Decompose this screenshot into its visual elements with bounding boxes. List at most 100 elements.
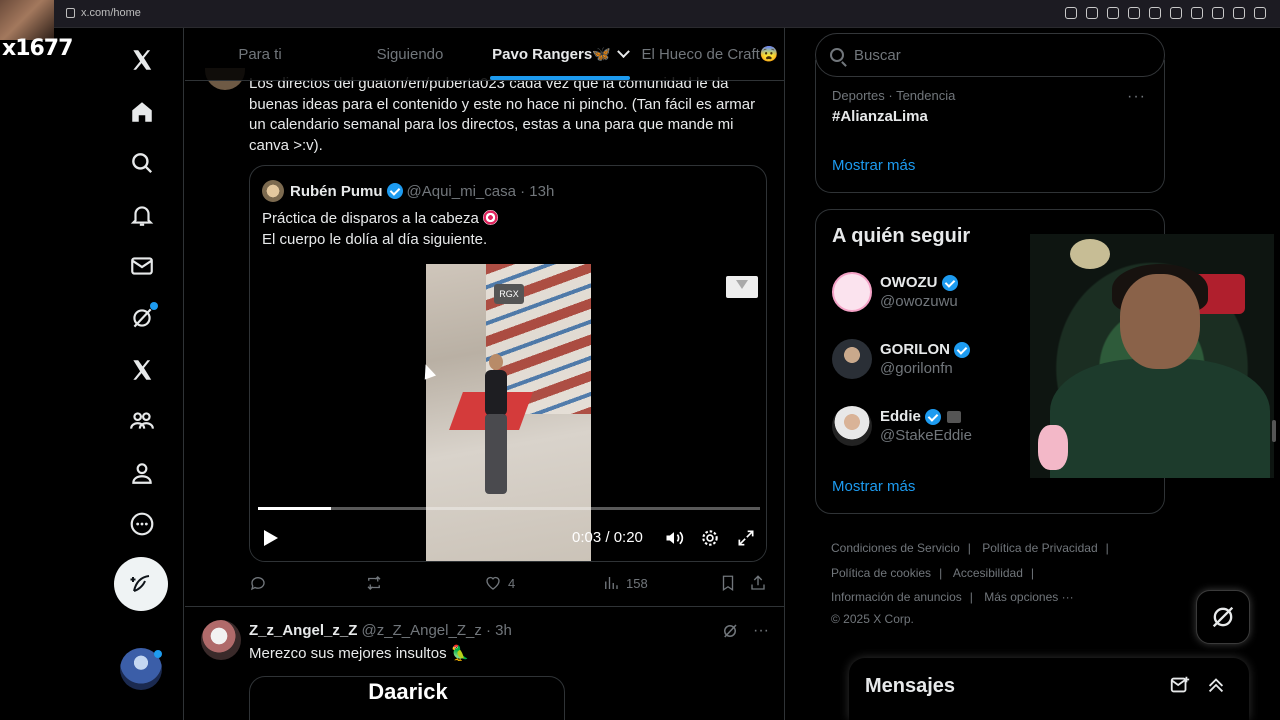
quote-author-name[interactable]: Rubén Pumu — [290, 183, 383, 200]
play-icon[interactable] — [1149, 7, 1161, 19]
download-badge-icon[interactable] — [726, 276, 758, 298]
tweet-author-name[interactable]: Z_z_Angel_z_Z — [249, 622, 357, 639]
avatar[interactable] — [832, 272, 872, 312]
bell-icon[interactable] — [122, 195, 162, 235]
show-more-link[interactable]: Mostrar más — [832, 157, 915, 174]
tweet-text: Los directos del guaton/en/puberta023 ca… — [249, 75, 756, 154]
avatar[interactable] — [832, 339, 872, 379]
settings-gear-icon[interactable] — [700, 528, 720, 548]
profile-icon[interactable] — [122, 453, 162, 493]
verified-badge-icon — [941, 274, 958, 291]
trend-name[interactable]: #AlianzaLima — [832, 108, 928, 125]
tweet-media[interactable]: Daarick — [249, 676, 565, 720]
tab-el-hueco-de-craft[interactable]: El Hueco de Craft😨 — [635, 28, 784, 80]
shield-icon[interactable] — [1128, 7, 1140, 19]
address-bar[interactable]: x.com/home — [66, 7, 141, 19]
chevron-down-icon[interactable] — [616, 44, 630, 58]
tweet-actions: 4 158 — [249, 574, 773, 594]
zoom-icon[interactable] — [1065, 7, 1077, 19]
like-button[interactable]: 4 — [484, 574, 515, 592]
fullscreen-icon[interactable] — [736, 528, 756, 548]
bookmark-button[interactable] — [719, 574, 737, 592]
scrollbar[interactable] — [1272, 420, 1276, 442]
share-icon[interactable] — [1212, 7, 1224, 19]
video-watermark: RGX — [494, 284, 524, 304]
grok-icon[interactable] — [122, 298, 162, 338]
retweet-icon — [367, 576, 381, 590]
footer-links: Condiciones de Servicio | Política de Pri… — [831, 536, 1161, 628]
compose-post-button[interactable] — [114, 557, 168, 611]
retweet-button[interactable] — [365, 574, 389, 592]
left-navigation — [100, 28, 184, 720]
x-logo-icon[interactable] — [122, 40, 162, 80]
quote-line-2: El cuerpo le dolía al día siguiente. — [262, 231, 488, 248]
grok-icon[interactable] — [721, 622, 739, 640]
mail-icon[interactable] — [122, 246, 162, 286]
footer-link[interactable]: Accesibilidad — [953, 566, 1023, 580]
home-icon[interactable] — [122, 92, 162, 132]
show-more-link[interactable]: Mostrar más — [832, 478, 915, 495]
tab-pavo-rangers[interactable]: Pavo Rangers🦋 — [485, 28, 635, 80]
lock-icon — [66, 8, 75, 18]
view-count: 158 — [626, 575, 648, 591]
follow-suggestion[interactable]: GORILON @gorilonfn — [832, 339, 974, 379]
communities-icon[interactable] — [122, 401, 162, 441]
menu-icon[interactable] — [1254, 7, 1266, 19]
video-person — [481, 354, 511, 499]
avatar[interactable] — [832, 406, 872, 446]
affiliate-badge-icon — [946, 410, 961, 423]
video-player[interactable]: RGX 0:03 / 0:20 — [250, 264, 766, 561]
like-count: 4 — [508, 575, 516, 591]
footer-link[interactable]: Política de cookies — [831, 566, 931, 580]
timeline-tabs: Para ti Siguiendo Pavo Rangers🦋 El Hueco… — [185, 28, 784, 81]
avatar[interactable] — [201, 620, 241, 660]
pin-icon[interactable] — [1086, 7, 1098, 19]
streamer-cam-thumbnail — [0, 0, 54, 40]
browser-extension-icons — [1065, 7, 1266, 19]
tab-siguiendo[interactable]: Siguiendo — [335, 28, 485, 80]
video-progress-bar[interactable] — [258, 507, 760, 510]
views-button[interactable]: 158 — [602, 574, 648, 592]
browser-toolbar: x.com/home — [0, 0, 1280, 28]
footer-link[interactable]: Más opciones ··· — [984, 590, 1073, 604]
footer-link[interactable]: Información de anuncios — [831, 590, 962, 604]
new-message-icon[interactable] — [1169, 674, 1191, 696]
video-frame: RGX — [426, 264, 591, 561]
quoted-tweet[interactable]: Rubén Pumu @Aqui_mi_casa · 13h Práctica … — [249, 165, 767, 562]
search-icon[interactable] — [122, 143, 162, 183]
share-icon — [751, 575, 765, 590]
more-dots-icon[interactable]: ··· — [1127, 88, 1146, 106]
tab-para-ti[interactable]: Para ti — [185, 28, 335, 80]
volume-icon[interactable] — [664, 528, 684, 548]
more-icon[interactable] — [122, 504, 162, 544]
reply-button[interactable] — [249, 574, 273, 592]
footer-link[interactable]: Política de Privacidad — [982, 541, 1097, 555]
reply-icon — [250, 577, 265, 591]
url-text: x.com/home — [81, 7, 141, 19]
download-icon[interactable] — [1233, 7, 1245, 19]
x-premium-icon[interactable] — [122, 350, 162, 390]
footer-link[interactable]: Condiciones de Servicio — [831, 541, 960, 555]
account-avatar[interactable] — [120, 648, 162, 690]
play-icon[interactable] — [264, 530, 278, 546]
more-dots-icon[interactable]: ··· — [753, 622, 769, 640]
video-time: 0:03 / 0:20 — [572, 529, 643, 546]
verified-badge-icon — [924, 408, 941, 425]
grok-floating-button[interactable] — [1196, 590, 1250, 644]
chevron-up-icon[interactable] — [1205, 674, 1227, 696]
avatar[interactable] — [262, 180, 284, 202]
follow-suggestion[interactable]: OWOZU @owozuwu — [832, 272, 962, 312]
bookmark-icon[interactable] — [1107, 7, 1119, 19]
share-button[interactable] — [749, 574, 767, 592]
trend-meta: Deportes · Tendencia — [832, 88, 956, 103]
tweet-header: Z_z_Angel_z_Z @z_Z_Angel_Z_z · 3h — [249, 622, 512, 639]
extensions-icon[interactable] — [1191, 7, 1203, 19]
media-title: Daarick — [368, 679, 448, 704]
timeline: Para ti Siguiendo Pavo Rangers🦋 El Hueco… — [185, 28, 785, 720]
stream-overlay-text: x1677 — [2, 36, 73, 61]
target-emoji-icon — [482, 210, 498, 225]
messages-drawer[interactable]: Mensajes — [849, 658, 1249, 720]
follow-suggestion[interactable]: Eddie @StakeEddie — [832, 406, 972, 446]
tweet-author-handle: @z_Z_Angel_Z_z · 3h — [361, 622, 512, 639]
heart-icon[interactable] — [1170, 7, 1182, 19]
